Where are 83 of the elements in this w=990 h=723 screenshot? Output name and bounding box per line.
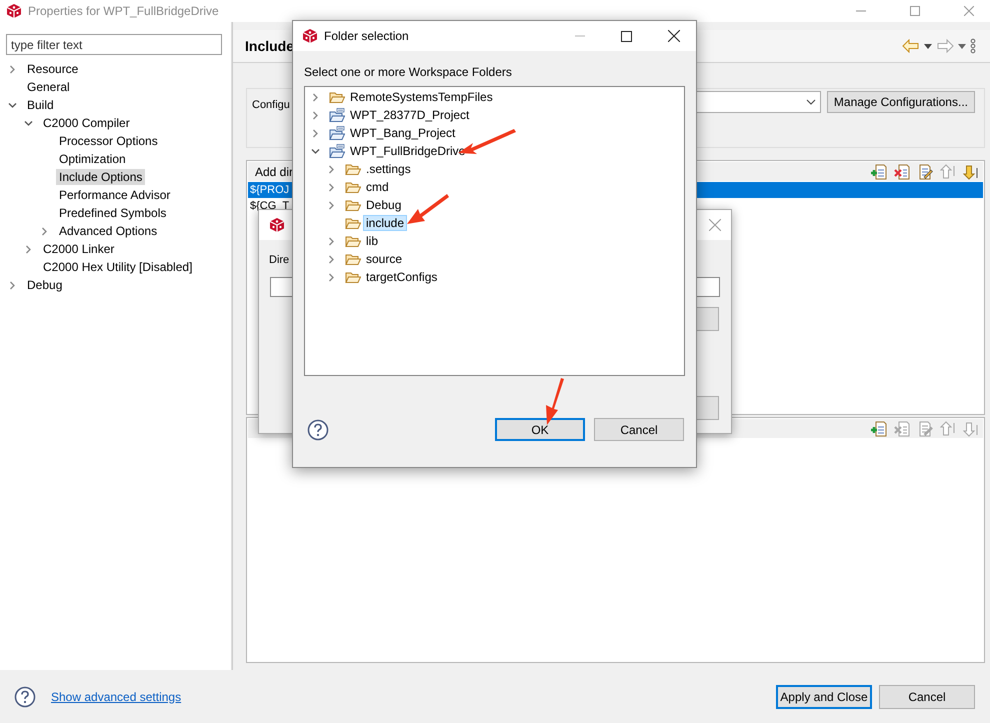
- folder-tree-item[interactable]: source: [363, 251, 406, 267]
- tree-item[interactable]: Processor Options: [56, 133, 161, 149]
- maximize-icon[interactable]: [621, 30, 632, 42]
- folder-tree-item[interactable]: WPT_28377D_Project: [347, 107, 472, 123]
- chevron-icon[interactable]: [311, 92, 320, 102]
- folder-tree-item[interactable]: lib: [363, 233, 382, 249]
- add-item-icon[interactable]: [871, 164, 887, 180]
- move-down-icon[interactable]: [963, 164, 979, 180]
- tree-item[interactable]: C2000 Linker: [40, 241, 118, 257]
- help-icon[interactable]: [307, 418, 329, 440]
- tree-item[interactable]: General: [24, 79, 73, 95]
- tree-item[interactable]: Performance Advisor: [56, 187, 174, 203]
- apply-and-close-button[interactable]: Apply and Close: [776, 684, 872, 708]
- folder-tree-item[interactable]: cmd: [363, 179, 392, 195]
- list-header: Add dir: [255, 164, 294, 178]
- chevron-icon[interactable]: [327, 200, 336, 210]
- folder-icon: [345, 252, 361, 266]
- chevron-icon[interactable]: [327, 236, 336, 246]
- folder-tree-item[interactable]: targetConfigs: [363, 269, 440, 285]
- cube-logo-icon: [269, 217, 285, 233]
- window-title: Properties for WPT_FullBridgeDrive: [28, 4, 219, 18]
- folder-icon: [345, 270, 361, 284]
- cube-logo-icon: [302, 28, 318, 44]
- folder-icon: [345, 198, 361, 212]
- tree-item[interactable]: Build: [24, 97, 57, 113]
- cancel-button[interactable]: Cancel: [594, 418, 684, 441]
- chevron-icon[interactable]: [327, 254, 336, 264]
- project-folder-icon: [329, 108, 345, 122]
- tree-item[interactable]: Include Options: [56, 169, 146, 185]
- cube-logo-icon: [6, 3, 22, 19]
- tree-item[interactable]: Optimization: [56, 151, 129, 167]
- chevron-icon[interactable]: [327, 164, 336, 174]
- chevron-icon[interactable]: [311, 146, 320, 156]
- chevron-icon[interactable]: [24, 118, 33, 128]
- tree-item[interactable]: Advanced Options: [56, 223, 160, 239]
- close-icon[interactable]: [668, 30, 680, 42]
- show-advanced-settings-link[interactable]: Show advanced settings: [51, 690, 182, 704]
- chevron-icon[interactable]: [311, 110, 320, 120]
- chevron-icon[interactable]: [8, 280, 17, 290]
- chevron-icon[interactable]: [24, 244, 33, 254]
- chevron-icon[interactable]: [311, 128, 320, 138]
- help-icon[interactable]: [14, 686, 36, 708]
- folder-tree-item[interactable]: include: [363, 215, 408, 231]
- tree-item[interactable]: C2000 Hex Utility [Disabled]: [40, 259, 196, 275]
- page-title: Include: [245, 38, 294, 54]
- folder-tree-item[interactable]: Debug: [363, 197, 404, 213]
- dialog-title: Folder selection: [324, 29, 409, 43]
- directory-label: Dire: [269, 254, 290, 266]
- cancel-button[interactable]: Cancel: [879, 684, 975, 708]
- folder-icon: [345, 162, 361, 176]
- folder-icon: [345, 180, 361, 194]
- dropdown-caret-icon[interactable]: [958, 44, 966, 48]
- folder-icon: [345, 216, 361, 230]
- annotation-arrow: [407, 194, 449, 224]
- folder-tree-item[interactable]: WPT_FullBridgeDrive: [347, 143, 468, 159]
- delete-item-icon[interactable]: [894, 164, 910, 180]
- annotation-arrow: [546, 378, 564, 425]
- manage-configurations-button[interactable]: Manage Configurations...: [826, 91, 975, 113]
- tree-item[interactable]: Debug: [24, 277, 66, 293]
- tree-item[interactable]: Resource: [24, 61, 82, 77]
- chevron-icon[interactable]: [8, 100, 17, 110]
- folder-tree-item[interactable]: RemoteSystemsTempFiles: [347, 89, 496, 105]
- folder-icon: [345, 234, 361, 248]
- tree-item[interactable]: C2000 Compiler: [40, 115, 133, 131]
- dropdown-caret-icon[interactable]: [924, 44, 932, 48]
- more-options-icon[interactable]: [970, 38, 976, 54]
- folder-tree-item[interactable]: WPT_Bang_Project: [347, 125, 458, 141]
- ok-button[interactable]: OK: [495, 418, 585, 441]
- chevron-icon[interactable]: [327, 182, 336, 192]
- tree-item[interactable]: Predefined Symbols: [56, 205, 170, 221]
- folder-icon: [329, 90, 345, 104]
- project-folder-icon: [329, 126, 345, 140]
- filter-field[interactable]: type filter text: [6, 34, 222, 55]
- project-folder-icon: [329, 144, 345, 158]
- configuration-label: Configu: [252, 99, 290, 111]
- chevron-icon[interactable]: [40, 226, 49, 236]
- edit-item-icon[interactable]: [917, 164, 933, 180]
- dropdown-caret-icon[interactable]: [806, 99, 816, 105]
- dialog-prompt: Select one or more Workspace Folders: [304, 65, 513, 79]
- add-item-icon[interactable]: [871, 420, 887, 436]
- folder-tree-item[interactable]: .settings: [363, 161, 414, 177]
- chevron-icon[interactable]: [327, 272, 336, 282]
- chevron-icon[interactable]: [8, 64, 17, 74]
